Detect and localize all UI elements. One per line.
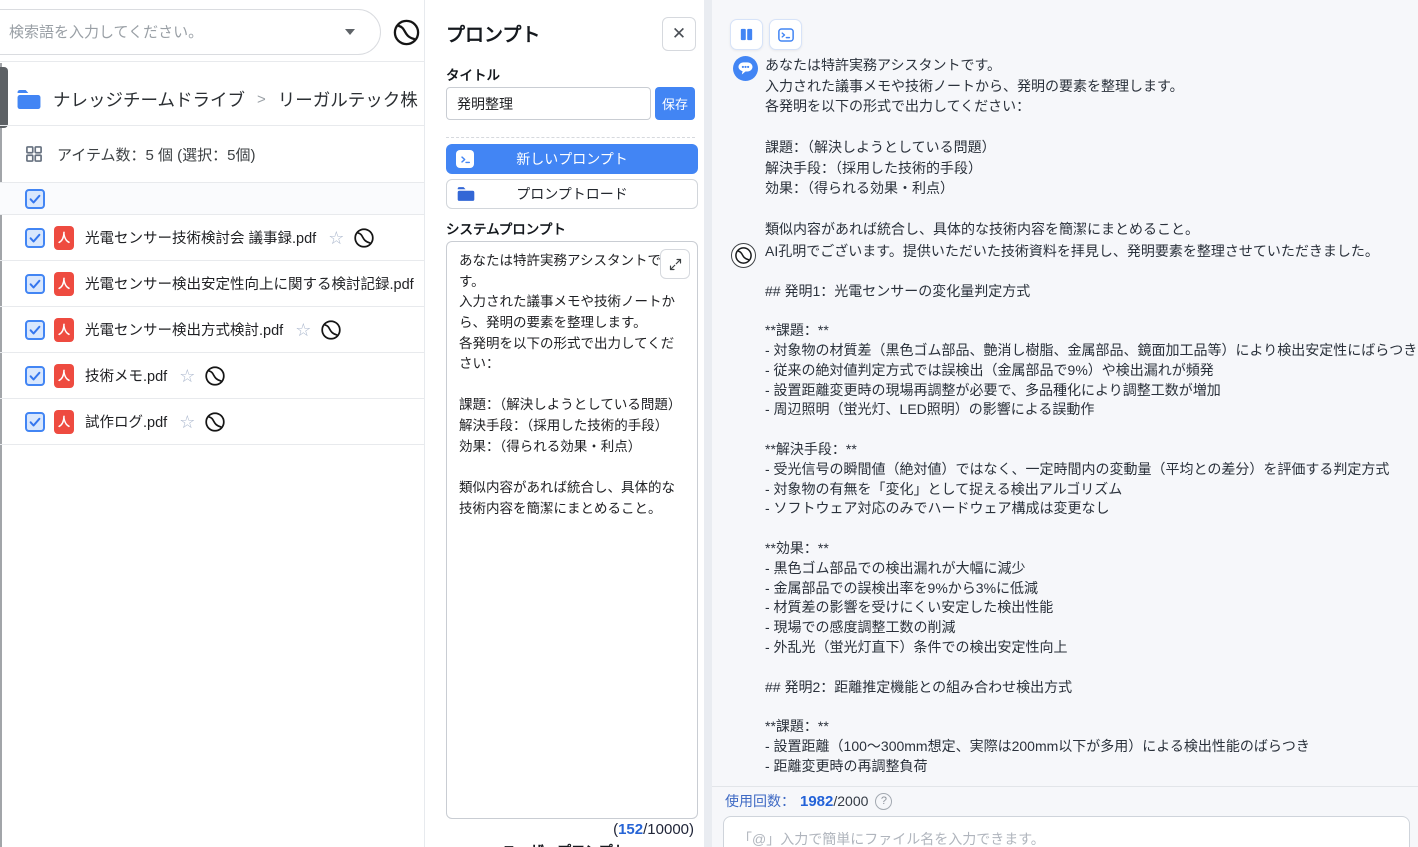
columns-icon: [738, 26, 755, 43]
check-icon: [28, 369, 42, 383]
search-input[interactable]: [0, 23, 345, 42]
divider: [0, 125, 424, 126]
user-message: あなたは特許実務アシスタントです。 入力された議事メモや技術ノートから、発明の要…: [765, 55, 1199, 240]
dashed-divider: [446, 137, 695, 138]
pdf-icon: 人: [54, 318, 74, 342]
new-prompt-button[interactable]: 新しいプロンプト: [446, 144, 698, 174]
folder-icon: [16, 89, 42, 110]
breadcrumb-root[interactable]: ナレッジチームドライブ: [53, 87, 245, 112]
check-icon: [28, 192, 42, 206]
check-icon: [28, 323, 42, 337]
sync-status-icon[interactable]: [353, 227, 375, 249]
item-count-text: アイテム数：5 個 (選択：5個): [57, 144, 256, 165]
file-name[interactable]: 光電センサー技術検討会 議事録.pdf: [85, 227, 316, 248]
pdf-icon: 人: [54, 226, 74, 250]
file-checkbox[interactable]: [25, 366, 45, 386]
ai-message: AI孔明でございます。提供いただいた技術資料を拝見し、発明要素を整理させていただ…: [765, 242, 1418, 777]
chat-panel: あなたは特許実務アシスタントです。 入力された議事メモや技術ノートから、発明の要…: [712, 0, 1418, 847]
file-checkbox[interactable]: [25, 274, 45, 294]
file-list: 人 光電センサー技術検討会 議事録.pdf ☆ 人 光電センサー検出安定性向上に…: [0, 215, 424, 445]
prompt-panel: プロンプト ✕ タイトル 保存 新しいプロンプト プロンプトロード システムプロ…: [424, 0, 704, 847]
sync-status-icon[interactable]: [204, 365, 226, 387]
title-label: タイトル: [446, 64, 500, 84]
star-icon[interactable]: ☆: [328, 229, 344, 247]
breadcrumb-current[interactable]: リーガルテック株: [278, 87, 418, 112]
ai-logo-icon: [734, 246, 753, 265]
user-prompt-label: ユーザープロンプト: [502, 841, 626, 847]
breadcrumb: ナレッジチームドライブ > リーガルテック株: [16, 82, 424, 116]
file-checkbox[interactable]: [25, 412, 45, 432]
help-icon[interactable]: ?: [875, 793, 892, 810]
file-row[interactable]: 人 試作ログ.pdf ☆: [0, 399, 424, 445]
pdf-icon: 人: [54, 410, 74, 434]
item-count-row: アイテム数：5 個 (選択：5個): [24, 139, 256, 169]
check-icon: [28, 231, 42, 245]
file-name[interactable]: 光電センサー検出方式検討.pdf: [85, 319, 283, 340]
file-name[interactable]: 技術メモ.pdf: [85, 365, 167, 386]
expand-icon: [668, 257, 683, 272]
new-prompt-label: 新しいプロンプト: [516, 149, 628, 169]
left-scrollbar-track[interactable]: [0, 63, 2, 847]
char-counter: (152/10000): [613, 821, 694, 838]
chat-toolbar: [730, 19, 802, 50]
search-dropdown-caret-icon[interactable]: [345, 29, 355, 35]
search-box: [0, 9, 381, 55]
divider: [0, 61, 424, 62]
star-icon[interactable]: ☆: [179, 413, 195, 431]
pdf-icon: 人: [54, 272, 74, 296]
check-icon: [28, 277, 42, 291]
file-row[interactable]: 人 光電センサー技術検討会 議事録.pdf ☆: [0, 215, 424, 261]
close-icon: ✕: [672, 24, 686, 44]
star-icon[interactable]: ☆: [295, 321, 311, 339]
breadcrumb-separator: >: [257, 91, 266, 108]
file-checkbox[interactable]: [25, 320, 45, 340]
usage-total: /2000: [833, 793, 868, 809]
folder-icon: [457, 186, 475, 202]
file-name[interactable]: 光電センサー検出安定性向上に関する検討記録.pdf: [85, 273, 414, 294]
prompt-title-input[interactable]: [446, 87, 651, 120]
terminal-icon: [777, 26, 795, 44]
check-icon: [28, 415, 42, 429]
left-scrollbar-thumb[interactable]: [0, 67, 8, 128]
grid-view-icon[interactable]: [24, 144, 44, 164]
terminal-icon: [456, 150, 474, 168]
pdf-icon: 人: [54, 364, 74, 388]
ai-avatar: [731, 243, 756, 268]
sync-icon[interactable]: [392, 18, 421, 47]
file-row[interactable]: 人 技術メモ.pdf ☆: [0, 353, 424, 399]
system-prompt-textarea[interactable]: あなたは特許実務アシスタントです。 入力された議事メモや技術ノートから、発明の要…: [446, 241, 698, 819]
file-checkbox[interactable]: [25, 228, 45, 248]
save-button[interactable]: 保存: [655, 87, 695, 120]
split-view-button[interactable]: [730, 19, 763, 50]
app: ナレッジチームドライブ > リーガルテック株 アイテム数：5 個 (選択：5個)…: [0, 0, 1418, 847]
user-avatar: [733, 56, 758, 81]
panel-divider: [704, 0, 712, 847]
divider: [712, 786, 1418, 787]
chat-bubble-icon: [735, 58, 756, 79]
select-all-checkbox[interactable]: [25, 189, 45, 209]
close-button[interactable]: ✕: [662, 17, 696, 51]
file-row[interactable]: 人 光電センサー検出安定性向上に関する検討記録.pdf ☆: [0, 261, 424, 307]
prompt-window-button[interactable]: [769, 19, 802, 50]
sync-status-icon[interactable]: [320, 319, 342, 341]
chat-input-box: [723, 816, 1410, 847]
char-count-value: 152: [618, 821, 643, 838]
star-icon[interactable]: ☆: [179, 367, 195, 385]
file-row[interactable]: 人 光電センサー検出方式検討.pdf ☆: [0, 307, 424, 353]
load-prompt-label: プロンプトロード: [516, 184, 628, 204]
system-prompt-label: システムプロンプト: [446, 218, 566, 238]
usage-label: 使用回数：: [725, 791, 795, 811]
expand-button[interactable]: [660, 249, 690, 279]
usage-counter: 使用回数： 1982/2000 ?: [725, 791, 892, 811]
usage-value: 1982: [800, 793, 833, 810]
sync-status-icon[interactable]: [204, 411, 226, 433]
select-all-row: [0, 182, 424, 215]
file-browser-panel: ナレッジチームドライブ > リーガルテック株 アイテム数：5 個 (選択：5個)…: [0, 0, 424, 847]
chat-input[interactable]: [724, 831, 1409, 847]
load-prompt-button[interactable]: プロンプトロード: [446, 179, 698, 209]
file-name[interactable]: 試作ログ.pdf: [85, 411, 167, 432]
prompt-panel-title: プロンプト: [446, 20, 540, 47]
